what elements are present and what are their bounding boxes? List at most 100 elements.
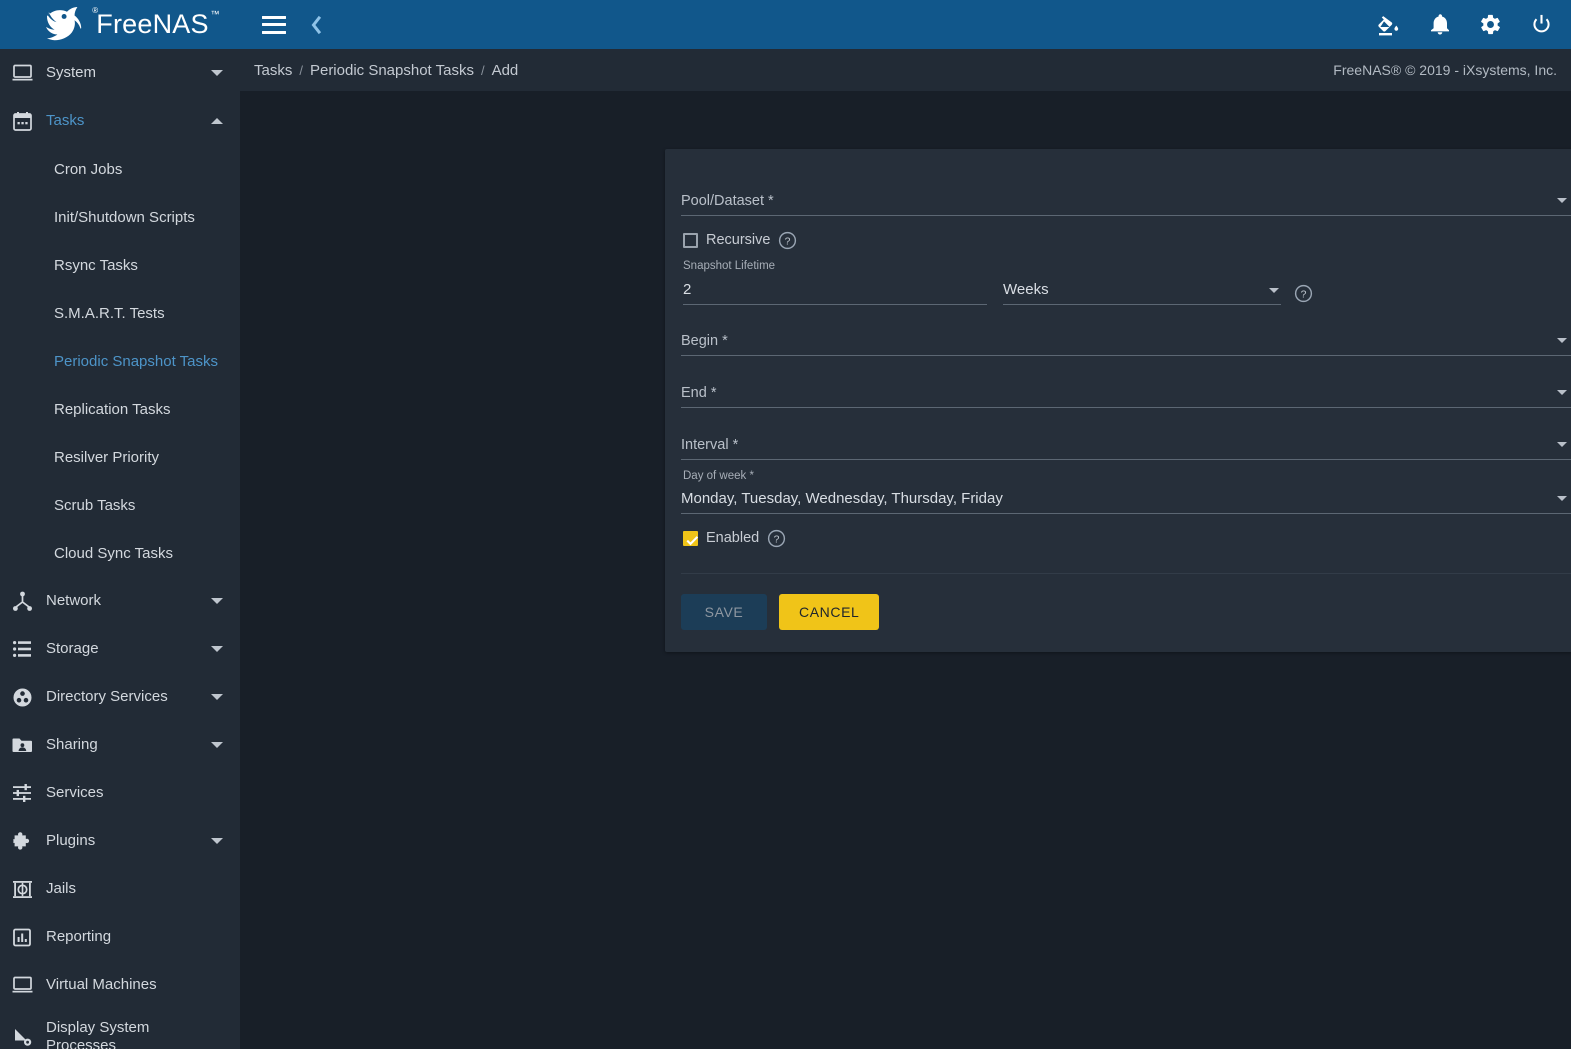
chevron-down-icon <box>208 597 226 605</box>
enabled-field[interactable]: Enabled ? <box>681 521 1571 555</box>
puzzle-icon <box>12 831 46 852</box>
sidebar-item-tasks[interactable]: Tasks <box>0 97 240 145</box>
sidebar-item-storage[interactable]: Storage <box>0 625 240 673</box>
chevron-down-icon[interactable] <box>1557 390 1567 395</box>
sidebar-item-virtual-machines[interactable]: Virtual Machines <box>0 961 240 1009</box>
recursive-field[interactable]: Recursive ? <box>681 223 1571 257</box>
snapshot-lifetime-field: Snapshot Lifetime 2 Weeks ? <box>681 257 1571 311</box>
sidebar-item-label: Plugins <box>46 832 96 850</box>
begin-field[interactable]: Begin * ? <box>681 311 1571 363</box>
sidebar-item-label: Sharing <box>46 736 98 754</box>
sidebar-item-system[interactable]: System <box>0 49 240 97</box>
sidebar-item-services[interactable]: Services <box>0 769 240 817</box>
begin-label: Begin * <box>681 332 728 349</box>
calendar-icon <box>12 111 46 132</box>
breadcrumb-item-add: Add <box>491 61 519 79</box>
sidebar-item-label: Network <box>46 592 102 610</box>
snapshot-lifetime-input[interactable]: 2 <box>683 281 987 305</box>
snapshot-lifetime-unit-select[interactable]: Weeks <box>1003 281 1281 305</box>
breadcrumb-item-periodic-snapshot-tasks[interactable]: Periodic Snapshot Tasks <box>310 62 474 79</box>
chevron-down-icon <box>208 693 226 701</box>
brand-registered: ® <box>92 6 99 15</box>
sidebar-item-smart-tests[interactable]: S.M.A.R.T. Tests <box>0 289 240 337</box>
pool-dataset-field[interactable]: Pool/Dataset * ? <box>681 171 1571 223</box>
sidebar-subitem-label: Rsync Tasks <box>54 256 138 274</box>
pool-dataset-label: Pool/Dataset * <box>681 192 774 209</box>
chevron-left-icon[interactable] <box>308 14 324 36</box>
content-area: Pool/Dataset * ? <box>240 91 1571 1049</box>
form-actions: SAVE CANCEL <box>665 574 1571 652</box>
bar-chart-icon <box>12 927 46 948</box>
snapshot-lifetime-unit-value: Weeks <box>1003 281 1049 298</box>
chevron-down-icon <box>208 69 226 77</box>
sidebar-item-replication-tasks[interactable]: Replication Tasks <box>0 385 240 433</box>
chevron-down-icon[interactable] <box>1269 288 1279 293</box>
top-bar-main <box>240 0 1571 49</box>
day-of-week-value: Monday, Tuesday, Wednesday, Thursday, Fr… <box>681 490 1003 507</box>
sidebar-item-cron-jobs[interactable]: Cron Jobs <box>0 145 240 193</box>
help-icon[interactable]: ? <box>1294 284 1313 303</box>
sidebar: System Tasks Cron Jobs Init/Shutdown Scr… <box>0 49 240 1049</box>
sidebar-item-reporting[interactable]: Reporting <box>0 913 240 961</box>
sidebar-subitem-label: Init/Shutdown Scripts <box>54 208 195 226</box>
top-bar-actions <box>1377 13 1553 37</box>
content: Tasks / Periodic Snapshot Tasks / Add Fr… <box>240 49 1571 1049</box>
sidebar-item-init-shutdown-scripts[interactable]: Init/Shutdown Scripts <box>0 193 240 241</box>
network-hub-icon <box>12 591 46 612</box>
end-field[interactable]: End * ? <box>681 363 1571 415</box>
sidebar-item-scrub-tasks[interactable]: Scrub Tasks <box>0 481 240 529</box>
brand-logo[interactable]: FreeNAS ™ ® <box>0 0 240 49</box>
sidebar-item-label: Virtual Machines <box>46 976 157 994</box>
sidebar-subitem-label: Cloud Sync Tasks <box>54 544 173 562</box>
sidebar-item-plugins[interactable]: Plugins <box>0 817 240 865</box>
chevron-down-icon[interactable] <box>1557 496 1567 501</box>
sidebar-item-label: Storage <box>46 640 99 658</box>
folder-share-icon <box>12 736 46 754</box>
sidebar-subitem-label: Scrub Tasks <box>54 496 136 514</box>
monitor-icon <box>12 975 46 995</box>
sidebar-subitem-label: Resilver Priority <box>54 448 160 466</box>
chevron-up-icon <box>208 117 226 125</box>
sidebar-item-cloud-sync-tasks[interactable]: Cloud Sync Tasks <box>0 529 240 577</box>
breadcrumb-item-tasks[interactable]: Tasks <box>254 62 292 79</box>
sidebar-item-display-system-processes[interactable]: Display System Processes <box>0 1009 240 1049</box>
sidebar-item-periodic-snapshot-tasks[interactable]: Periodic Snapshot Tasks <box>0 337 240 385</box>
chevron-down-icon[interactable] <box>1557 338 1567 343</box>
sidebar-item-label: System <box>46 64 97 82</box>
sidebar-item-rsync-tasks[interactable]: Rsync Tasks <box>0 241 240 289</box>
sidebar-subitem-label: Periodic Snapshot Tasks <box>54 352 218 370</box>
sidebar-item-label: Jails <box>46 880 77 898</box>
power-icon[interactable] <box>1530 13 1553 36</box>
snapshot-lifetime-value: 2 <box>683 281 692 298</box>
sidebar-subitem-label: S.M.A.R.T. Tests <box>54 304 165 322</box>
sidebar-item-network[interactable]: Network <box>0 577 240 625</box>
cancel-button[interactable]: CANCEL <box>779 594 880 630</box>
day-of-week-field[interactable]: Day of week * Monday, Tuesday, Wednesday… <box>681 467 1571 521</box>
theme-paint-icon[interactable] <box>1377 13 1401 37</box>
help-icon[interactable]: ? <box>778 231 797 250</box>
recursive-checkbox[interactable] <box>683 232 698 248</box>
jail-icon <box>12 879 46 900</box>
settings-gear-icon[interactable] <box>1479 13 1502 36</box>
chevron-down-icon[interactable] <box>1557 198 1567 203</box>
periodic-snapshot-task-form: Pool/Dataset * ? <box>665 149 1571 652</box>
help-icon[interactable]: ? <box>767 529 786 548</box>
chevron-down-icon[interactable] <box>1557 442 1567 447</box>
notification-bell-icon[interactable] <box>1429 13 1451 37</box>
sidebar-item-label: Services <box>46 784 104 802</box>
brand-name-text: FreeNAS <box>96 9 209 39</box>
enabled-checkbox[interactable] <box>683 530 699 546</box>
field-underline <box>681 407 1571 408</box>
chevron-down-icon <box>208 741 226 749</box>
sidebar-item-resilver-priority[interactable]: Resilver Priority <box>0 433 240 481</box>
chevron-down-icon <box>208 645 226 653</box>
sidebar-item-jails[interactable]: Jails <box>0 865 240 913</box>
hamburger-icon[interactable] <box>262 15 286 34</box>
sidebar-item-sharing[interactable]: Sharing <box>0 721 240 769</box>
directory-services-icon <box>12 687 46 708</box>
sidebar-item-label: Directory Services <box>46 688 168 706</box>
interval-field[interactable]: Interval * ? <box>681 415 1571 467</box>
save-button[interactable]: SAVE <box>681 594 767 630</box>
sidebar-item-directory-services[interactable]: Directory Services <box>0 673 240 721</box>
brand-trademark: ™ <box>210 9 220 19</box>
